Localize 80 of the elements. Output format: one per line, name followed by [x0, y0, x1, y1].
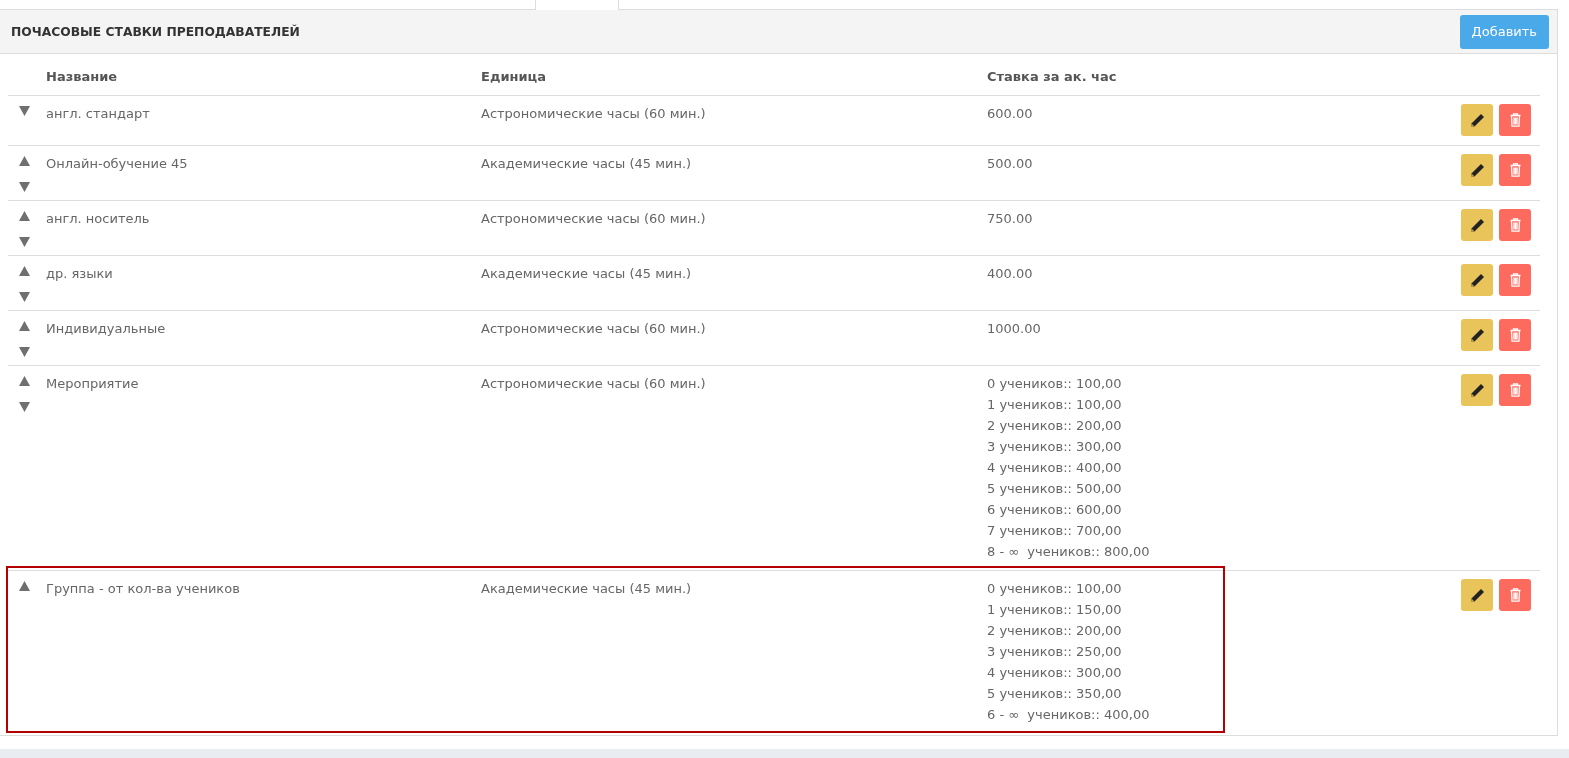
pencil-icon — [1470, 328, 1484, 342]
down-arrow-icon[interactable] — [19, 106, 30, 116]
pencil-icon — [1470, 273, 1484, 287]
down-arrow-icon[interactable] — [19, 402, 30, 412]
rate-text: 2 учеников:: 200,00 — [987, 622, 1123, 640]
name-text: Группа - от кол-ва учеников — [46, 580, 241, 598]
name-text: Индивидуальные — [46, 320, 167, 338]
trash-icon — [1509, 588, 1521, 602]
pencil-icon — [1470, 113, 1484, 127]
rate-text: 8 - ∞ учеников:: 800,00 — [987, 543, 1151, 561]
rate-text: 4 учеников:: 400,00 — [987, 459, 1123, 477]
rate-text: 3 учеников:: 250,00 — [987, 643, 1123, 661]
rate-text: 500.00 — [987, 155, 1034, 173]
trash-icon — [1509, 113, 1521, 127]
add-button[interactable]: Добавить — [1459, 14, 1549, 49]
edit-button[interactable] — [1461, 264, 1493, 296]
name-text: англ. носитель — [46, 210, 151, 228]
delete-button[interactable] — [1499, 319, 1531, 351]
name-text: др. языки — [46, 265, 114, 283]
rate-text: 1 учеников:: 100,00 — [987, 396, 1123, 414]
up-arrow-icon[interactable] — [19, 156, 30, 166]
pencil-icon — [1470, 383, 1484, 397]
down-arrow-icon[interactable] — [19, 182, 30, 192]
trash-icon — [1509, 383, 1521, 397]
up-arrow-icon[interactable] — [19, 321, 30, 331]
panel-title: ПОЧАСОВЫЕ СТАВКИ ПРЕПОДАВАТЕЛЕЙ — [11, 24, 300, 39]
column-header: Единица — [481, 67, 547, 84]
unit-text: Астрономические часы (60 мин.) — [481, 375, 707, 393]
unit-text: Астрономические часы (60 мин.) — [481, 320, 707, 338]
trash-icon — [1509, 163, 1521, 177]
trash-icon — [1509, 218, 1521, 232]
delete-button[interactable] — [1499, 209, 1531, 241]
up-arrow-icon[interactable] — [19, 581, 30, 591]
down-arrow-icon[interactable] — [19, 237, 30, 247]
unit-text: Академические часы (45 мин.) — [481, 265, 693, 283]
delete-button[interactable] — [1499, 579, 1531, 611]
down-arrow-icon[interactable] — [19, 347, 30, 357]
up-arrow-icon[interactable] — [19, 376, 30, 386]
pencil-icon — [1470, 218, 1484, 232]
edit-button[interactable] — [1461, 374, 1493, 406]
name-text: Мероприятие — [46, 375, 140, 393]
delete-button[interactable] — [1499, 104, 1531, 136]
rate-text: 6 - ∞ учеников:: 400,00 — [987, 706, 1151, 724]
delete-button[interactable] — [1499, 154, 1531, 186]
column-header: Название — [46, 67, 119, 84]
name-text: Онлайн-обучение 45 — [46, 155, 189, 173]
rate-text: 2 учеников:: 200,00 — [987, 417, 1123, 435]
trash-icon — [1509, 273, 1521, 287]
pencil-icon — [1470, 588, 1484, 602]
rate-text: 5 учеников:: 500,00 — [987, 480, 1123, 498]
rate-text: 4 учеников:: 300,00 — [987, 664, 1123, 682]
down-arrow-icon[interactable] — [19, 292, 30, 302]
trash-icon — [1509, 328, 1521, 342]
edit-button[interactable] — [1461, 579, 1493, 611]
up-arrow-icon[interactable] — [19, 266, 30, 276]
name-text: англ. стандарт — [46, 105, 151, 123]
rate-text: 6 учеников:: 600,00 — [987, 501, 1123, 519]
edit-button[interactable] — [1461, 319, 1493, 351]
unit-text: Академические часы (45 мин.) — [481, 580, 693, 598]
delete-button[interactable] — [1499, 374, 1531, 406]
rate-text: 5 учеников:: 350,00 — [987, 685, 1123, 703]
unit-text: Академические часы (45 мин.) — [481, 155, 693, 173]
rate-text: 3 учеников:: 300,00 — [987, 438, 1123, 456]
pencil-icon — [1470, 163, 1484, 177]
edit-button[interactable] — [1461, 154, 1493, 186]
edit-button[interactable] — [1461, 209, 1493, 241]
rate-text: 1000.00 — [987, 320, 1042, 338]
rate-text: 0 учеников:: 100,00 — [987, 375, 1123, 393]
up-arrow-icon[interactable] — [19, 211, 30, 221]
rate-text: 7 учеников:: 700,00 — [987, 522, 1123, 540]
unit-text: Астрономические часы (60 мин.) — [481, 105, 707, 123]
unit-text: Астрономические часы (60 мин.) — [481, 210, 707, 228]
rate-text: 0 учеников:: 100,00 — [987, 580, 1123, 598]
rate-text: 600.00 — [987, 105, 1034, 123]
rate-text: 750.00 — [987, 210, 1034, 228]
rate-text: 1 учеников:: 150,00 — [987, 601, 1123, 619]
edit-button[interactable] — [1461, 104, 1493, 136]
rate-text: 400.00 — [987, 265, 1034, 283]
delete-button[interactable] — [1499, 264, 1531, 296]
column-header: Ставка за ак. час — [987, 67, 1118, 84]
